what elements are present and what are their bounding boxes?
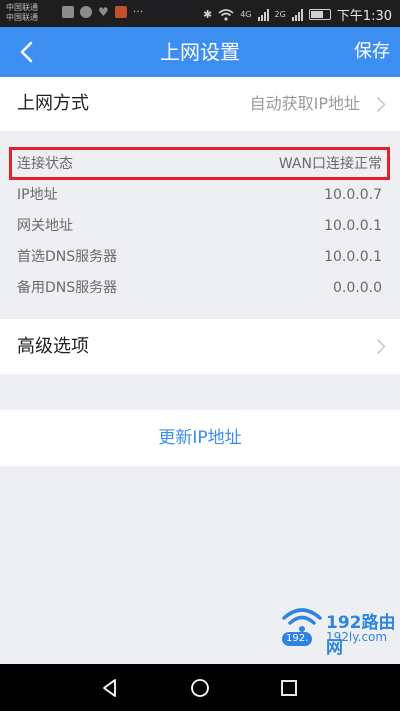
wechat-icon (80, 6, 92, 18)
renew-ip-button[interactable]: 更新IP地址 (0, 410, 400, 466)
info-row-primary-dns: 首选DNS服务器 10.0.0.1 (0, 242, 400, 272)
info-value: 10.0.0.1 (324, 218, 382, 234)
page-title: 上网设置 (160, 40, 240, 64)
chevron-right-icon (376, 96, 386, 113)
message-icon (62, 6, 74, 18)
info-row-ip: IP地址 10.0.0.7 (0, 180, 400, 210)
heart-icon: ♥ (98, 5, 109, 19)
info-row-gateway: 网关地址 10.0.0.1 (0, 211, 400, 241)
bluetooth-icon: ✱ (202, 8, 213, 21)
info-value: 10.0.0.7 (324, 187, 382, 203)
more-notifications-icon: ··· (132, 5, 144, 18)
network-type-2g: 2G (274, 10, 286, 19)
info-label: 首选DNS服务器 (17, 249, 118, 265)
watermark-site: 192ly.com (326, 630, 388, 644)
network-type-4g: 4G (240, 10, 252, 19)
signal-icon (257, 8, 269, 21)
battery-icon (308, 9, 331, 20)
info-label: IP地址 (17, 187, 58, 203)
app-icon (114, 6, 127, 18)
system-icons: ✱ 4G 2G 下午1:30 (203, 5, 392, 24)
access-method-label: 上网方式 (17, 93, 89, 114)
save-button[interactable]: 保存 (354, 27, 390, 77)
advanced-options-row[interactable]: 高级选项 (0, 319, 400, 374)
access-method-row[interactable]: 上网方式 自动获取IP地址 (0, 77, 400, 131)
renew-ip-row[interactable]: 更新IP地址 (0, 410, 400, 466)
info-value: 10.0.0.1 (324, 249, 382, 265)
info-label: 网关地址 (17, 218, 73, 234)
clock: 下午1:30 (336, 9, 392, 24)
highlight-box (9, 147, 390, 180)
advanced-options-label: 高级选项 (17, 336, 89, 357)
system-nav-bar (0, 664, 400, 711)
recents-nav-icon[interactable] (277, 676, 301, 700)
carrier-label-1: 中国联通 (6, 3, 38, 12)
connection-info: 连接状态 WAN口连接正常 IP地址 10.0.0.7 网关地址 10.0.0.… (0, 131, 400, 319)
wifi-logo-icon (282, 608, 322, 632)
wifi-icon (218, 8, 234, 21)
status-bar: 中国联通 中国联通 ♥ ··· ✱ 4G 2G 下午1:30 (0, 0, 400, 27)
back-nav-icon[interactable] (98, 676, 122, 700)
access-method-value: 自动获取IP地址 (249, 94, 360, 113)
info-row-secondary-dns: 备用DNS服务器 0.0.0.0 (0, 273, 400, 303)
home-nav-icon[interactable] (188, 676, 212, 700)
chevron-right-icon (376, 338, 386, 355)
notification-icons: ♥ ··· (62, 6, 143, 18)
signal-icon-2 (291, 8, 303, 21)
app-header: 上网设置 保存 (0, 27, 400, 77)
info-label: 备用DNS服务器 (17, 280, 118, 296)
carrier-label-2: 中国联通 (6, 13, 38, 22)
watermark-pill: 192. (282, 632, 313, 646)
info-value: 0.0.0.0 (333, 280, 382, 296)
watermark-logo: 192路由网 192. 192ly.com (280, 602, 398, 658)
